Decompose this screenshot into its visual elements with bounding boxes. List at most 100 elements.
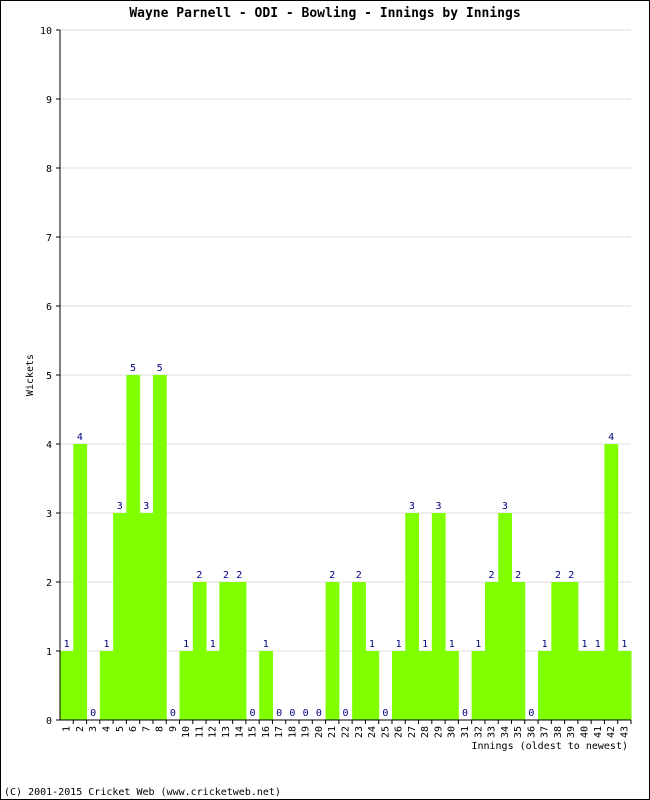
bar — [604, 444, 619, 720]
data-label: 0 — [316, 708, 322, 719]
y-tick-labels: 0 1 2 3 4 5 6 7 8 9 10 — [40, 26, 52, 727]
x-tick-label: 37 — [540, 726, 551, 738]
bar — [511, 582, 526, 720]
x-tick-label: 24 — [367, 726, 378, 738]
chart-title: Wayne Parnell - ODI - Bowling - Innings … — [129, 6, 520, 21]
x-tick-label: 17 — [274, 726, 285, 738]
bar — [113, 513, 127, 720]
data-label: 0 — [303, 708, 309, 719]
x-tick-label: 25 — [380, 726, 391, 738]
bar — [352, 582, 366, 720]
bars — [60, 375, 632, 720]
x-tick-labels: 1 2 3 4 5 6 7 8 9 10 11 12 13 14 15 16 17 18 19 20 21 22 23 24 2… — [62, 726, 631, 738]
x-tick-label: 5 — [115, 726, 126, 732]
data-label: 0 — [276, 708, 282, 719]
bar — [139, 513, 154, 720]
x-tick-label: 8 — [155, 726, 166, 732]
x-tick-label: 21 — [327, 726, 338, 738]
data-label: 5 — [130, 363, 136, 374]
x-tick-label: 32 — [473, 726, 484, 738]
y-tick-label: 4 — [46, 440, 52, 451]
bar — [484, 582, 499, 720]
data-label: 0 — [170, 708, 176, 719]
chart: Wayne Parnell - ODI - Bowling - Innings … — [4, 6, 632, 798]
data-label: 1 — [103, 639, 109, 650]
y-axis-label: Wickets — [25, 354, 36, 396]
y-tick-label: 10 — [40, 26, 52, 37]
data-label: 2 — [356, 570, 362, 581]
x-tick-label: 2 — [75, 726, 86, 732]
data-label: 0 — [382, 708, 388, 719]
bar — [564, 582, 579, 720]
bar — [617, 651, 632, 720]
x-tick-label: 11 — [194, 726, 205, 738]
x-tick-label: 40 — [580, 726, 591, 738]
bar — [498, 513, 512, 720]
bar — [232, 582, 247, 720]
data-label: 1 — [621, 639, 627, 650]
bar — [577, 651, 592, 720]
bar — [192, 582, 207, 720]
data-label: 3 — [117, 501, 123, 512]
data-label: 2 — [568, 570, 574, 581]
x-tick-label: 13 — [221, 726, 232, 738]
x-tick-label: 6 — [128, 726, 139, 732]
x-tick-label: 22 — [341, 726, 352, 738]
y-tick-label: 5 — [46, 371, 52, 382]
data-label: 0 — [90, 708, 96, 719]
data-label: 3 — [502, 501, 508, 512]
x-tick-label: 35 — [513, 726, 524, 738]
bar — [418, 651, 433, 720]
data-label: 0 — [250, 708, 256, 719]
bar — [325, 582, 340, 720]
x-tick-label: 26 — [394, 726, 405, 738]
x-tick-label: 31 — [460, 726, 471, 738]
data-label: 2 — [236, 570, 242, 581]
x-tick-label: 42 — [606, 726, 617, 738]
bar — [445, 651, 459, 720]
data-label: 1 — [183, 639, 189, 650]
x-tick-label: 20 — [314, 726, 325, 738]
bar — [126, 375, 141, 720]
x-tick-label: 3 — [88, 726, 99, 732]
data-label: 4 — [77, 432, 83, 443]
x-tick-label: 38 — [553, 726, 564, 738]
data-label: 3 — [435, 501, 441, 512]
x-tick-label: 10 — [181, 726, 192, 738]
x-tick-label: 39 — [566, 726, 577, 738]
copyright-footer: (C) 2001-2015 Cricket Web (www.cricketwe… — [4, 787, 281, 798]
x-tick-label: 34 — [500, 726, 511, 738]
bar — [99, 651, 114, 720]
y-tick-label: 0 — [46, 716, 52, 727]
bar — [471, 651, 486, 720]
bar — [405, 513, 420, 720]
x-tick-label: 18 — [287, 726, 298, 738]
y-tick-label: 9 — [46, 95, 52, 106]
x-tick-label: 12 — [208, 726, 219, 738]
data-label: 0 — [462, 708, 468, 719]
bar — [73, 444, 88, 720]
x-tick-label: 15 — [248, 726, 259, 738]
x-tick-label: 29 — [433, 726, 444, 738]
y-tick-label: 3 — [46, 509, 52, 520]
data-label: 1 — [582, 639, 588, 650]
bar — [60, 651, 74, 720]
data-label: 1 — [263, 639, 269, 650]
data-label: 1 — [542, 639, 548, 650]
data-label: 1 — [369, 639, 375, 650]
x-tick-label: 14 — [234, 726, 245, 738]
data-label: 2 — [515, 570, 521, 581]
bar — [431, 513, 446, 720]
data-label: 1 — [595, 639, 601, 650]
bar — [538, 651, 552, 720]
x-tick-label: 16 — [261, 726, 272, 738]
data-label: 2 — [196, 570, 202, 581]
bar — [179, 651, 194, 720]
bar — [551, 582, 566, 720]
data-label: 2 — [555, 570, 561, 581]
x-tick-label: 19 — [301, 726, 312, 738]
data-label: 1 — [396, 639, 402, 650]
data-label: 0 — [528, 708, 534, 719]
data-label: 5 — [157, 363, 163, 374]
data-label: 3 — [409, 501, 415, 512]
